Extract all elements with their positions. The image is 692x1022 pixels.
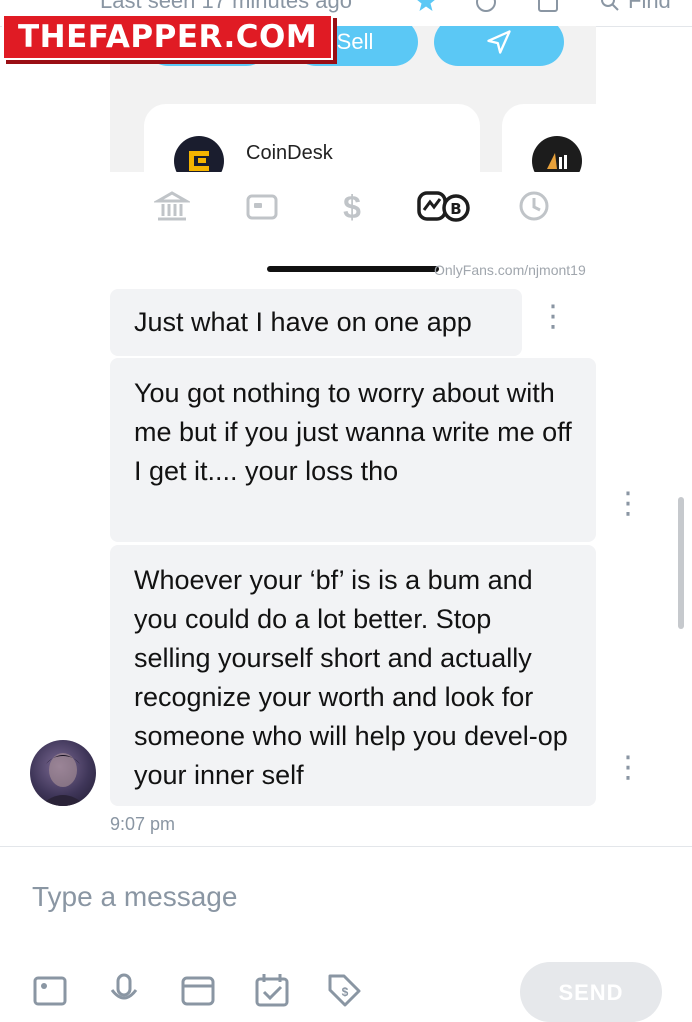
paper-plane-icon [487, 30, 511, 54]
embedded-nav-bar: $ B [110, 172, 596, 238]
message-options-icon[interactable]: ⋮ [538, 302, 568, 332]
send-label: SEND [558, 980, 624, 1005]
svg-text:$: $ [342, 985, 349, 999]
bank-icon [154, 191, 190, 221]
star-icon[interactable] [414, 0, 438, 14]
tag-icon[interactable] [474, 0, 498, 14]
site-logo: THEFAPPER.COM [2, 14, 334, 60]
svg-text:$: $ [343, 189, 361, 224]
message-text: Whoever your ‘bf’ is is a bum and you co… [134, 565, 568, 790]
message-bubble[interactable]: Whoever your ‘bf’ is is a bum and you co… [110, 545, 596, 806]
sell-label: Sell [336, 29, 374, 54]
coin-card-name: CoinDesk [246, 142, 333, 164]
shared-screenshot-image[interactable]: Sell CoinDesk $ B [110, 26, 596, 284]
calendar-icon[interactable] [254, 972, 290, 1008]
scrollbar[interactable] [678, 497, 684, 629]
search-icon[interactable] [598, 0, 622, 14]
svg-text:B: B [450, 200, 461, 218]
image-icon[interactable] [536, 0, 560, 14]
microphone-icon[interactable] [106, 972, 142, 1008]
message-options-icon[interactable]: ⋮ [613, 489, 643, 519]
message-bubble[interactable]: You got nothing to worry about with me b… [110, 358, 596, 542]
composer-divider [0, 846, 692, 847]
clock-icon [519, 191, 549, 221]
vault-icon[interactable] [180, 972, 216, 1008]
message-timestamp: 9:07 pm [110, 814, 176, 834]
find-label[interactable]: Find [628, 0, 671, 14]
dollar-icon: $ [343, 189, 361, 224]
home-indicator [267, 266, 439, 272]
send-button[interactable]: SEND [520, 962, 662, 1022]
send-crypto-button [434, 26, 564, 66]
message-input[interactable] [30, 870, 514, 924]
message-bubble[interactable]: Just what I have on one app [110, 289, 522, 356]
price-tag-icon[interactable]: $ [326, 972, 362, 1008]
card-icon [246, 194, 278, 220]
message-text: Just what I have on one app [134, 307, 472, 337]
image-icon[interactable] [32, 972, 68, 1008]
message-options-icon[interactable]: ⋮ [613, 753, 643, 783]
watermark-url: OnlyFans.com/njmont19 [434, 262, 586, 278]
bitcoin-icon: B [417, 191, 470, 222]
message-text: You got nothing to worry about with me b… [134, 378, 572, 486]
last-seen-status: Last seen 17 minutes ago [100, 0, 352, 13]
avatar[interactable] [30, 740, 96, 806]
